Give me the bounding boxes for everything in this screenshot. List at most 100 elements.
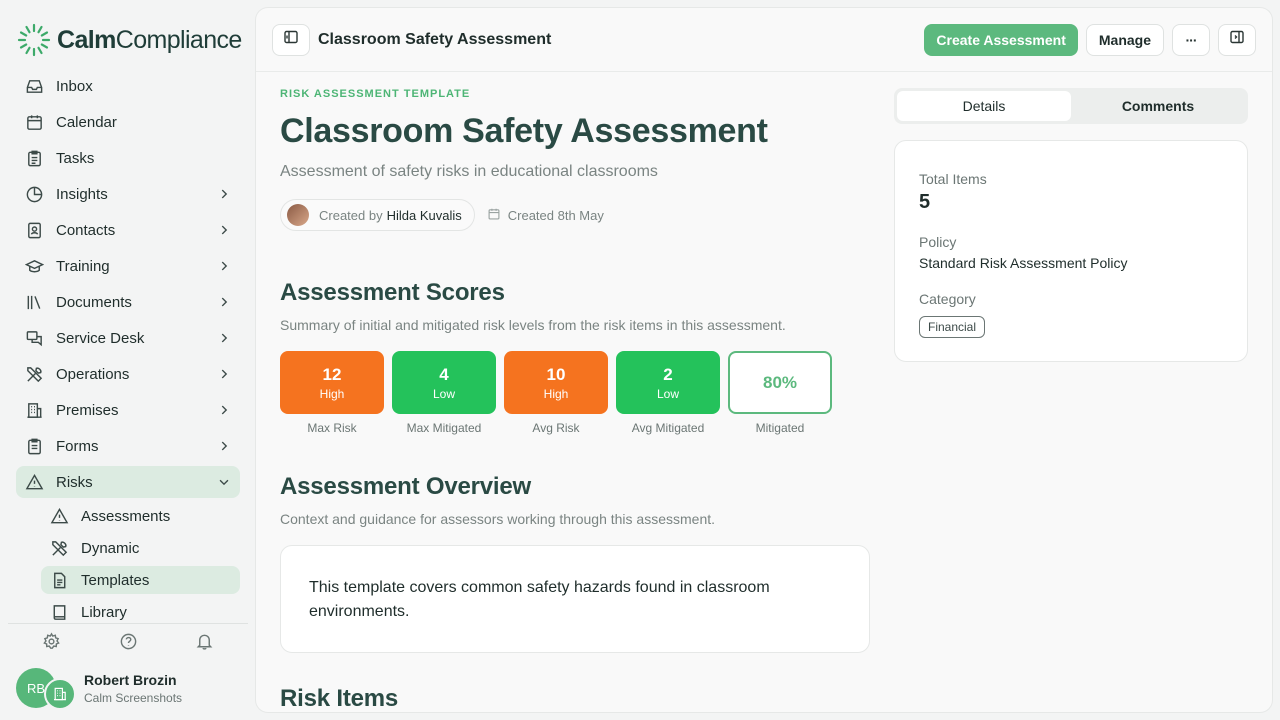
more-options-button[interactable]: ··· [1172, 23, 1210, 56]
chevron-down-icon [216, 474, 232, 490]
sidebar-item-insights[interactable]: Insights [16, 178, 240, 210]
score-box: 12 High [280, 351, 384, 414]
overview-title: Assessment Overview [280, 473, 532, 500]
chevron-right-icon [216, 366, 232, 382]
sidebar-item-dynamic[interactable]: Dynamic [41, 534, 240, 562]
risk-items-title: Risk Items [280, 685, 399, 712]
score-caption: Max Risk [307, 421, 357, 435]
score-box: 10 High [504, 351, 608, 414]
inbox-icon [24, 76, 44, 96]
page-meta: Created by Hilda Kuvalis Created 8th May [280, 199, 870, 231]
sidebar-item-assessments[interactable]: Assessments [41, 502, 240, 530]
overview-subtitle: Context and guidance for assessors worki… [280, 511, 716, 527]
topbar-title: Classroom Safety Assessment [318, 30, 552, 48]
scores-subtitle: Summary of initial and mitigated risk le… [280, 317, 786, 333]
details-tabs: Details Comments [894, 88, 1248, 124]
sidebar-item-risks[interactable]: Risks [16, 466, 240, 498]
tab-comments[interactable]: Comments [1071, 91, 1245, 121]
sidebar-item-documents[interactable]: Documents [16, 286, 240, 318]
user-organisation: Calm Screenshots [84, 690, 183, 705]
sidebar-item-operations[interactable]: Operations [16, 358, 240, 390]
scores-title: Assessment Scores [280, 279, 505, 306]
sidebar-item-inbox[interactable]: Inbox [16, 70, 240, 102]
sidebar-item-service-desk[interactable]: Service Desk [16, 322, 240, 354]
details-card: Total Items 5 Policy Standard Risk Asses… [894, 140, 1248, 362]
total-items-value: 5 [919, 191, 931, 213]
score-tiles: 12 High Max Risk 4 Low Max Mitigated 10 [280, 351, 870, 435]
score-box: 2 Low [616, 351, 720, 414]
score-avg-risk: 10 High Avg Risk [504, 351, 608, 435]
sidebar-utility-icons [24, 632, 232, 656]
sidebar-divider [8, 623, 248, 624]
category-label: Category [919, 291, 976, 307]
user-info: Robert Brozin Calm Screenshots [84, 672, 182, 705]
toggle-sidebar-button[interactable] [272, 23, 310, 56]
policy-value: Standard Risk Assessment Policy [919, 255, 1128, 271]
score-max-mitigated: 4 Low Max Mitigated [392, 351, 496, 435]
library-icon [24, 292, 44, 312]
chevron-right-icon [216, 222, 232, 238]
sidebar-item-calendar[interactable]: Calendar [16, 106, 240, 138]
tools-icon [24, 364, 44, 384]
topbar: Classroom Safety Assessment Create Asses… [256, 8, 1272, 72]
chevron-right-icon [216, 258, 232, 274]
logo-text: CalmCompliance [57, 25, 242, 54]
total-items-label: Total Items [919, 171, 987, 187]
assessment-scores-section: Assessment Scores Summary of initial and… [280, 279, 870, 435]
main-panel: Classroom Safety Assessment Create Asses… [256, 8, 1272, 712]
score-mitigated-percent: 80% Mitigated [728, 351, 832, 435]
sidebar-item-forms[interactable]: Forms [16, 430, 240, 462]
chevron-right-icon [216, 294, 232, 310]
policy-label: Policy [919, 234, 957, 250]
calendar-icon [24, 112, 44, 132]
user-profile[interactable]: RB Robert Brozin Calm Screenshots [16, 668, 182, 710]
sidebar-item-templates[interactable]: Templates [41, 566, 240, 594]
sidebar-item-library[interactable]: Library [41, 598, 240, 626]
pie-chart-icon [24, 184, 44, 204]
calendar-icon [487, 207, 508, 224]
gear-icon[interactable] [42, 632, 61, 656]
sidebar-item-premises[interactable]: Premises [16, 394, 240, 426]
score-max-risk: 12 High Max Risk [280, 351, 384, 435]
sidebar-nav: Inbox Calendar Tasks Insights Contacts T… [16, 70, 240, 630]
created-by-chip[interactable]: Created by Hilda Kuvalis [280, 199, 475, 231]
sidebar-item-training[interactable]: Training [16, 250, 240, 282]
manage-button[interactable]: Manage [1085, 23, 1164, 56]
graduation-cap-icon [24, 256, 44, 276]
score-box: 4 Low [392, 351, 496, 414]
toggle-details-panel-button[interactable] [1218, 23, 1256, 56]
sidebar-item-tasks[interactable]: Tasks [16, 142, 240, 174]
chevron-right-icon [216, 186, 232, 202]
score-avg-mitigated: 2 Low Avg Mitigated [616, 351, 720, 435]
warning-icon [49, 506, 69, 526]
building-icon [24, 400, 44, 420]
warning-icon [24, 472, 44, 492]
sidebar: CalmCompliance Inbox Calendar Tasks Insi… [0, 0, 256, 720]
app-logo[interactable]: CalmCompliance [16, 22, 242, 58]
category-badge: Financial [919, 316, 986, 338]
page-title: Classroom Safety Assessment [280, 112, 768, 150]
organisation-icon [44, 678, 76, 710]
overview-card: This template covers common safety hazar… [280, 545, 870, 653]
help-icon[interactable] [119, 632, 138, 656]
sidebar-item-contacts[interactable]: Contacts [16, 214, 240, 246]
score-caption: Mitigated [755, 421, 805, 435]
score-caption: Avg Mitigated [631, 421, 705, 435]
clipboard-list-icon [24, 436, 44, 456]
assessment-overview-section: Assessment Overview Context and guidance… [280, 473, 870, 653]
risks-submenu: Assessments Dynamic Templates Library [41, 502, 240, 626]
score-caption: Avg Risk [532, 421, 580, 435]
clipboard-icon [24, 148, 44, 168]
panel-right-icon [1229, 29, 1245, 50]
page-eyebrow: RISK ASSESSMENT TEMPLATE [280, 88, 471, 100]
creator-avatar [287, 204, 309, 226]
chevron-right-icon [216, 402, 232, 418]
chevron-right-icon [216, 438, 232, 454]
create-assessment-button[interactable]: Create Assessment [924, 23, 1078, 56]
ellipsis-icon: ··· [1185, 31, 1198, 48]
bell-icon[interactable] [195, 632, 214, 656]
page-description: Assessment of safety risks in educationa… [280, 163, 658, 180]
main-content: RISK ASSESSMENT TEMPLATE Classroom Safet… [280, 88, 870, 712]
tab-details[interactable]: Details [897, 91, 1071, 121]
created-date-text: Created 8th May [507, 207, 604, 223]
